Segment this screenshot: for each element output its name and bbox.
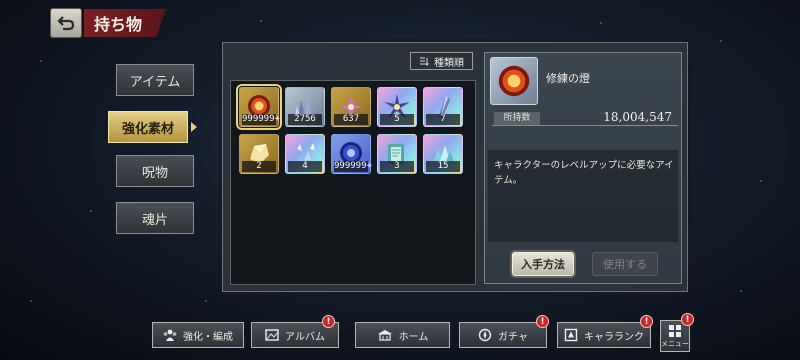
item-name: 修練の燈 [546, 72, 590, 85]
nav-label: キャラランク [584, 331, 644, 343]
nav-enhance-formation[interactable]: 強化・編成 [152, 322, 244, 348]
alert-badge-icon: ! [640, 315, 653, 328]
nav-character-rank[interactable]: キャラランク [557, 322, 651, 348]
tab-soul-fragments[interactable]: 魂片 [116, 202, 194, 234]
nav-label: ガチャ [498, 331, 528, 343]
nav-label: アルバム [285, 331, 325, 343]
gacha-icon [478, 328, 492, 342]
back-button[interactable] [50, 8, 82, 38]
active-tab-arrow-icon [191, 122, 197, 132]
nav-home[interactable]: ホーム [355, 322, 450, 348]
owned-label: 所持数 [494, 112, 540, 125]
alert-badge-icon: ! [681, 313, 694, 326]
alert-badge-icon: ! [536, 315, 549, 328]
home-icon [377, 330, 392, 341]
grid-menu-icon [669, 324, 681, 337]
team-icon [163, 329, 177, 341]
sort-icon [420, 57, 429, 66]
selected-item-image [490, 57, 538, 105]
flame-orb-icon [498, 65, 530, 97]
alert-badge-icon: ! [322, 315, 335, 328]
sort-label: 種類順 [434, 57, 464, 69]
album-icon [265, 329, 279, 341]
rank-icon [564, 328, 578, 342]
nav-label: 強化・編成 [183, 331, 233, 343]
item-slot[interactable]: 3 [377, 134, 417, 174]
item-slot[interactable]: 999999+ [331, 134, 372, 174]
sort-button[interactable]: 種類順 [410, 52, 473, 70]
tab-cursed-objects[interactable]: 呪物 [116, 155, 194, 187]
item-slot[interactable]: 637 [331, 87, 371, 127]
item-slot[interactable]: 999999+ [236, 84, 282, 130]
owned-value: 18,004,547 [603, 110, 672, 124]
item-description: キャラクターのレベルアップに必要なアイテム。 [494, 160, 674, 186]
item-slot[interactable]: 15 [423, 134, 463, 174]
item-slot[interactable]: 2 [239, 134, 279, 174]
item-slot[interactable]: 4 [285, 134, 325, 174]
acquire-method-button[interactable]: 入手方法 [512, 252, 574, 276]
menu-label: メニュー [661, 339, 689, 348]
nav-label: ホーム [398, 331, 429, 343]
page-title: 持ち物 [84, 9, 166, 37]
tab-enhance-materials[interactable]: 強化素材 [108, 111, 188, 143]
item-slot[interactable]: 5 [377, 87, 417, 127]
tab-items[interactable]: アイテム [116, 64, 194, 96]
return-arrow-icon [57, 16, 75, 31]
item-slot[interactable]: 2756 [285, 87, 325, 127]
nav-gacha[interactable]: ガチャ [459, 322, 547, 348]
use-button[interactable]: 使用する [592, 252, 658, 276]
item-slot[interactable]: 7 [423, 87, 463, 127]
